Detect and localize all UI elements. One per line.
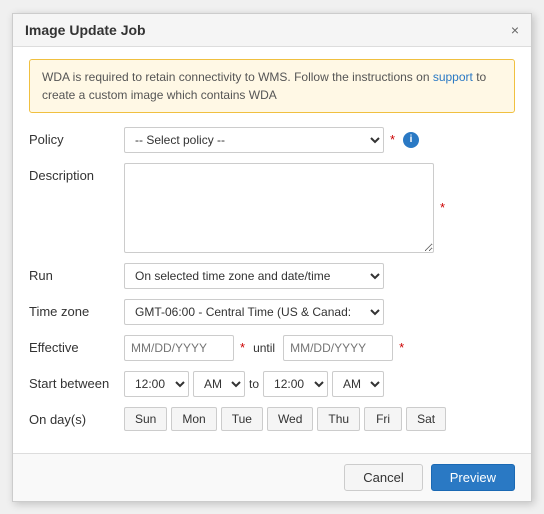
start-ampm-select[interactable]: AM PM: [193, 371, 245, 397]
alert-text-before: WDA is required to retain connectivity t…: [42, 70, 433, 84]
end-time-group: 12:00 12:30 1:00 AM PM: [263, 371, 384, 397]
policy-required-star: *: [390, 132, 395, 147]
to-label: to: [249, 377, 259, 391]
start-between-control-wrap: 12:00 12:30 1:00 AM PM to 12:00 12:30 1:…: [124, 371, 515, 397]
day-button-mon[interactable]: Mon: [171, 407, 216, 431]
description-textarea[interactable]: [124, 163, 434, 253]
end-ampm-select[interactable]: AM PM: [332, 371, 384, 397]
effective-required-star: *: [240, 340, 245, 355]
description-control-wrap: *: [124, 163, 515, 253]
day-button-fri[interactable]: Fri: [364, 407, 402, 431]
day-button-tue[interactable]: Tue: [221, 407, 263, 431]
description-required-star: *: [440, 200, 445, 215]
timezone-row: Time zone GMT-06:00 - Central Time (US &…: [29, 299, 515, 325]
run-control-wrap: On selected time zone and date/time: [124, 263, 515, 289]
effective-row: Effective * until *: [29, 335, 515, 361]
policy-control-wrap: -- Select policy -- * i: [124, 127, 515, 153]
run-label: Run: [29, 263, 124, 283]
policy-select[interactable]: -- Select policy --: [124, 127, 384, 153]
day-buttons-group: SunMonTueWedThuFriSat: [124, 407, 446, 431]
dialog-body: WDA is required to retain connectivity t…: [13, 47, 531, 453]
day-button-thu[interactable]: Thu: [317, 407, 360, 431]
start-time-select[interactable]: 12:00 12:30 1:00: [124, 371, 189, 397]
day-button-sun[interactable]: Sun: [124, 407, 167, 431]
timezone-select[interactable]: GMT-06:00 - Central Time (US & Canad:: [124, 299, 384, 325]
run-select[interactable]: On selected time zone and date/time: [124, 263, 384, 289]
start-between-label: Start between: [29, 371, 124, 391]
effective-label: Effective: [29, 335, 124, 355]
until-label: until: [253, 341, 275, 355]
timezone-label: Time zone: [29, 299, 124, 319]
effective-date-input[interactable]: [124, 335, 234, 361]
dialog-title: Image Update Job: [25, 22, 146, 38]
run-row: Run On selected time zone and date/time: [29, 263, 515, 289]
image-update-job-dialog: Image Update Job × WDA is required to re…: [12, 13, 532, 502]
close-button[interactable]: ×: [511, 22, 519, 38]
on-days-label: On day(s): [29, 407, 124, 427]
description-row: Description *: [29, 163, 515, 253]
timezone-control-wrap: GMT-06:00 - Central Time (US & Canad:: [124, 299, 515, 325]
until-required-star: *: [399, 340, 404, 355]
policy-row: Policy -- Select policy -- * i: [29, 127, 515, 153]
dialog-header: Image Update Job ×: [13, 14, 531, 47]
start-between-row: Start between 12:00 12:30 1:00 AM PM to: [29, 371, 515, 397]
day-button-wed[interactable]: Wed: [267, 407, 313, 431]
until-date-input[interactable]: [283, 335, 393, 361]
on-days-control-wrap: SunMonTueWedThuFriSat: [124, 407, 515, 431]
policy-label: Policy: [29, 127, 124, 147]
day-button-sat[interactable]: Sat: [406, 407, 446, 431]
dialog-footer: Cancel Preview: [13, 453, 531, 501]
preview-button[interactable]: Preview: [431, 464, 515, 491]
description-label: Description: [29, 163, 124, 183]
on-days-row: On day(s) SunMonTueWedThuFriSat: [29, 407, 515, 431]
effective-control-wrap: * until *: [124, 335, 515, 361]
alert-box: WDA is required to retain connectivity t…: [29, 59, 515, 113]
start-time-group: 12:00 12:30 1:00 AM PM: [124, 371, 245, 397]
cancel-button[interactable]: Cancel: [344, 464, 422, 491]
end-time-select[interactable]: 12:00 12:30 1:00: [263, 371, 328, 397]
support-link[interactable]: support: [433, 70, 473, 84]
info-icon[interactable]: i: [403, 132, 419, 148]
